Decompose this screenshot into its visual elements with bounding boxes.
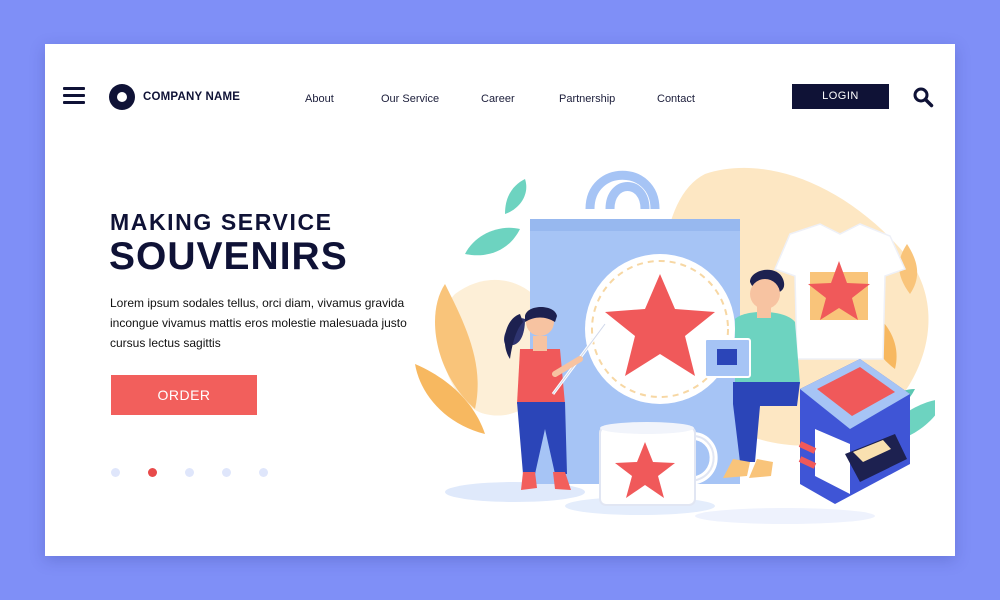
carousel-dot[interactable] (185, 468, 194, 477)
carousel-dot-active[interactable] (148, 468, 157, 477)
landing-card: COMPANY NAME About Our Service Career Pa… (45, 44, 955, 556)
carousel-dot[interactable] (259, 468, 268, 477)
carousel-dot[interactable] (222, 468, 231, 477)
souvenir-illustration (415, 167, 935, 524)
hamburger-menu-icon[interactable] (63, 87, 85, 105)
nav-our-service[interactable]: Our Service (381, 93, 439, 105)
nav-contact[interactable]: Contact (657, 93, 695, 105)
nav-partnership[interactable]: Partnership (559, 93, 615, 105)
hero-title: SOUVENIRS (109, 235, 348, 278)
hero-description: Lorem ipsum sodales tellus, orci diam, v… (110, 296, 407, 350)
logo[interactable]: COMPANY NAME (109, 84, 240, 110)
hero-subtitle: MAKING SERVICE (110, 209, 333, 235)
logo-circle-icon (109, 84, 135, 110)
search-icon[interactable] (912, 86, 934, 108)
order-button[interactable]: ORDER (111, 375, 257, 415)
company-name: COMPANY NAME (143, 91, 241, 103)
nav-career[interactable]: Career (481, 93, 515, 105)
login-button[interactable]: LOGIN (792, 84, 889, 109)
nav-about[interactable]: About (305, 93, 334, 105)
carousel-dot[interactable] (111, 468, 120, 477)
